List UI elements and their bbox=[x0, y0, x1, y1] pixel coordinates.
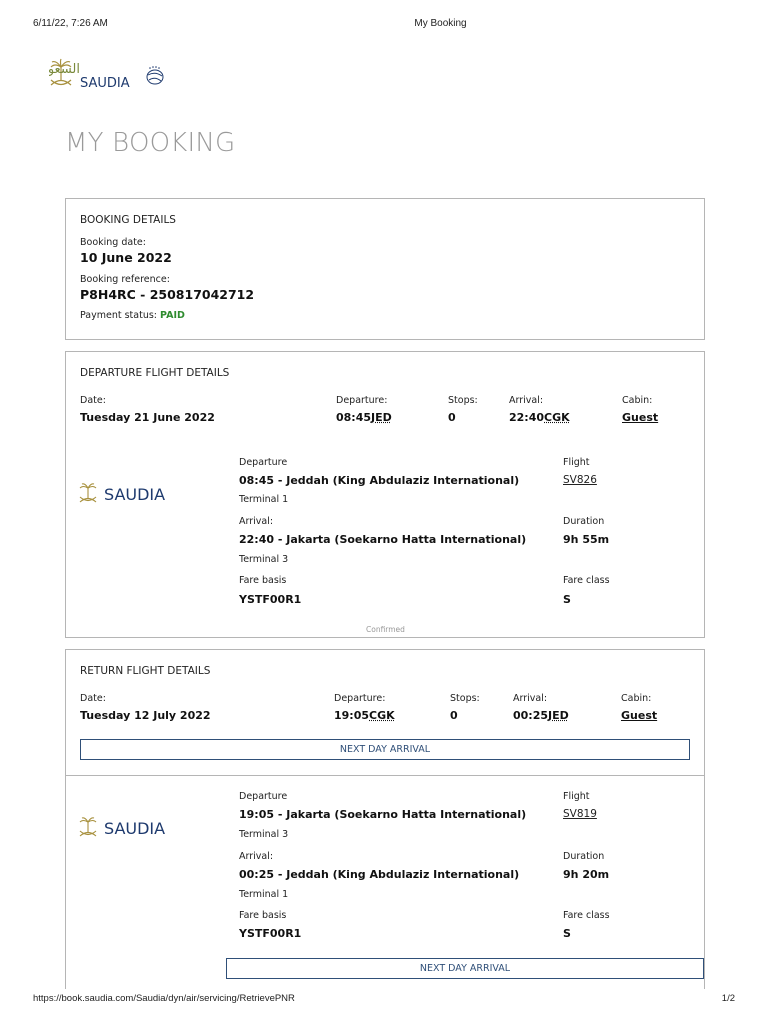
duration-label: Duration bbox=[563, 516, 604, 527]
svg-text:السعودية: السعودية bbox=[49, 62, 80, 77]
return-fare-class-label: Fare class bbox=[563, 910, 610, 921]
departure-title: DEPARTURE FLIGHT DETAILS bbox=[80, 367, 229, 379]
departure-cabin-link[interactable]: Guest bbox=[622, 411, 658, 424]
return-cabin-label: Cabin: bbox=[621, 693, 651, 704]
section-divider bbox=[66, 775, 704, 776]
booking-reference-label: Booking reference: bbox=[80, 274, 170, 285]
print-title: My Booking bbox=[0, 18, 768, 29]
page-title: MY BOOKING bbox=[65, 128, 235, 158]
fare-basis-label: Fare basis bbox=[239, 575, 286, 586]
payment-status-label: Payment status: bbox=[80, 310, 157, 321]
fare-class: S bbox=[563, 593, 571, 606]
departure-time-row: 08:45JED bbox=[336, 411, 392, 424]
return-arrival-row: 00:25JED bbox=[513, 709, 569, 722]
return-segment-arrival-label: Arrival: bbox=[239, 851, 273, 862]
return-fare-basis: YSTF00R1 bbox=[239, 927, 301, 940]
print-url: https://book.saudia.com/Saudia/dyn/air/s… bbox=[33, 993, 295, 1004]
departure-arrival-time: 22:40 bbox=[509, 411, 544, 424]
return-fare-class: S bbox=[563, 927, 571, 940]
departure-date-label: Date: bbox=[80, 395, 106, 406]
departure-stops: 0 bbox=[448, 411, 456, 424]
segment-next-day-arrival-banner: NEXT DAY ARRIVAL bbox=[226, 958, 704, 979]
svg-text:SAUDIA: SAUDIA bbox=[80, 76, 130, 91]
palm-swords-icon: SAUDIA bbox=[78, 816, 188, 840]
departure-flight-card: DEPARTURE FLIGHT DETAILS Date: Tuesday 2… bbox=[65, 351, 705, 638]
print-header: 6/11/22, 7:26 AM My Booking bbox=[0, 18, 768, 32]
duration: 9h 55m bbox=[563, 533, 609, 546]
return-stops-label: Stops: bbox=[450, 693, 480, 704]
return-segment-departure-line: 19:05 - Jakarta (Soekarno Hatta Internat… bbox=[239, 808, 526, 821]
return-departure-label: Departure: bbox=[334, 693, 385, 704]
payment-status-badge: PAID bbox=[160, 310, 185, 321]
return-arrival-label: Arrival: bbox=[513, 693, 547, 704]
departure-airport-code[interactable]: JED bbox=[371, 411, 392, 424]
booking-details-card: BOOKING DETAILS Booking date: 10 June 20… bbox=[65, 198, 705, 340]
booking-date: 10 June 2022 bbox=[80, 250, 172, 265]
departure-cabin-label: Cabin: bbox=[622, 395, 652, 406]
segment-arrival-terminal: Terminal 3 bbox=[239, 554, 288, 565]
segment-departure-line: 08:45 - Jeddah (King Abdulaziz Internati… bbox=[239, 474, 519, 487]
return-segment-departure-label: Departure bbox=[239, 791, 287, 802]
return-stops: 0 bbox=[450, 709, 458, 722]
segment-arrival-label: Arrival: bbox=[239, 516, 273, 527]
palm-swords-icon: السعودية SAUDIA bbox=[49, 58, 179, 92]
return-date-label: Date: bbox=[80, 693, 106, 704]
return-duration: 9h 20m bbox=[563, 868, 609, 881]
segment-departure-label: Departure bbox=[239, 457, 287, 468]
return-flight-number-link[interactable]: SV819 bbox=[563, 808, 597, 820]
return-segment-arrival-terminal: Terminal 1 bbox=[239, 889, 288, 900]
return-duration-label: Duration bbox=[563, 851, 604, 862]
flight-number-link[interactable]: SV826 bbox=[563, 474, 597, 486]
return-segment-arrival-line: 00:25 - Jeddah (King Abdulaziz Internati… bbox=[239, 868, 519, 881]
departure-arrival-code[interactable]: CGK bbox=[544, 411, 570, 424]
return-departure-code[interactable]: CGK bbox=[369, 709, 395, 722]
flight-label: Flight bbox=[563, 457, 590, 468]
fare-basis: YSTF00R1 bbox=[239, 593, 301, 606]
fare-class-label: Fare class bbox=[563, 575, 610, 586]
departure-arrival-label: Arrival: bbox=[509, 395, 543, 406]
return-segment-departure-terminal: Terminal 3 bbox=[239, 829, 288, 840]
return-arrival-time: 00:25 bbox=[513, 709, 548, 722]
svg-text:SAUDIA: SAUDIA bbox=[104, 819, 165, 838]
return-date: Tuesday 12 July 2022 bbox=[80, 709, 211, 722]
next-day-arrival-banner: NEXT DAY ARRIVAL bbox=[80, 739, 690, 760]
palm-swords-icon: SAUDIA bbox=[78, 482, 188, 506]
booking-reference: P8H4RC - 250817042712 bbox=[80, 287, 254, 302]
return-departure-time: 19:05 bbox=[334, 709, 369, 722]
saudia-airline-logo: SAUDIA bbox=[78, 816, 188, 840]
booking-date-label: Booking date: bbox=[80, 237, 146, 248]
departure-stops-label: Stops: bbox=[448, 395, 478, 406]
departure-time: 08:45 bbox=[336, 411, 371, 424]
return-title: RETURN FLIGHT DETAILS bbox=[80, 665, 210, 677]
return-flight-label: Flight bbox=[563, 791, 590, 802]
saudia-airline-logo: SAUDIA bbox=[78, 482, 188, 506]
departure-arrival-row: 22:40CGK bbox=[509, 411, 570, 424]
return-departure-row: 19:05CGK bbox=[334, 709, 395, 722]
segment-arrival-line: 22:40 - Jakarta (Soekarno Hatta Internat… bbox=[239, 533, 526, 546]
return-fare-basis-label: Fare basis bbox=[239, 910, 286, 921]
segment-departure-terminal: Terminal 1 bbox=[239, 494, 288, 505]
saudia-logo[interactable]: السعودية SAUDIA bbox=[49, 58, 179, 92]
segment-status: Confirmed bbox=[366, 625, 405, 634]
booking-details-title: BOOKING DETAILS bbox=[80, 214, 176, 226]
return-flight-card: RETURN FLIGHT DETAILS Date: Tuesday 12 J… bbox=[65, 649, 705, 989]
svg-text:SAUDIA: SAUDIA bbox=[104, 485, 165, 504]
return-cabin-link[interactable]: Guest bbox=[621, 709, 657, 722]
departure-time-label: Departure: bbox=[336, 395, 387, 406]
departure-date: Tuesday 21 June 2022 bbox=[80, 411, 215, 424]
payment-status-row: Payment status: PAID bbox=[80, 310, 185, 321]
return-arrival-code[interactable]: JED bbox=[548, 709, 569, 722]
print-page-number: 1/2 bbox=[722, 993, 735, 1004]
